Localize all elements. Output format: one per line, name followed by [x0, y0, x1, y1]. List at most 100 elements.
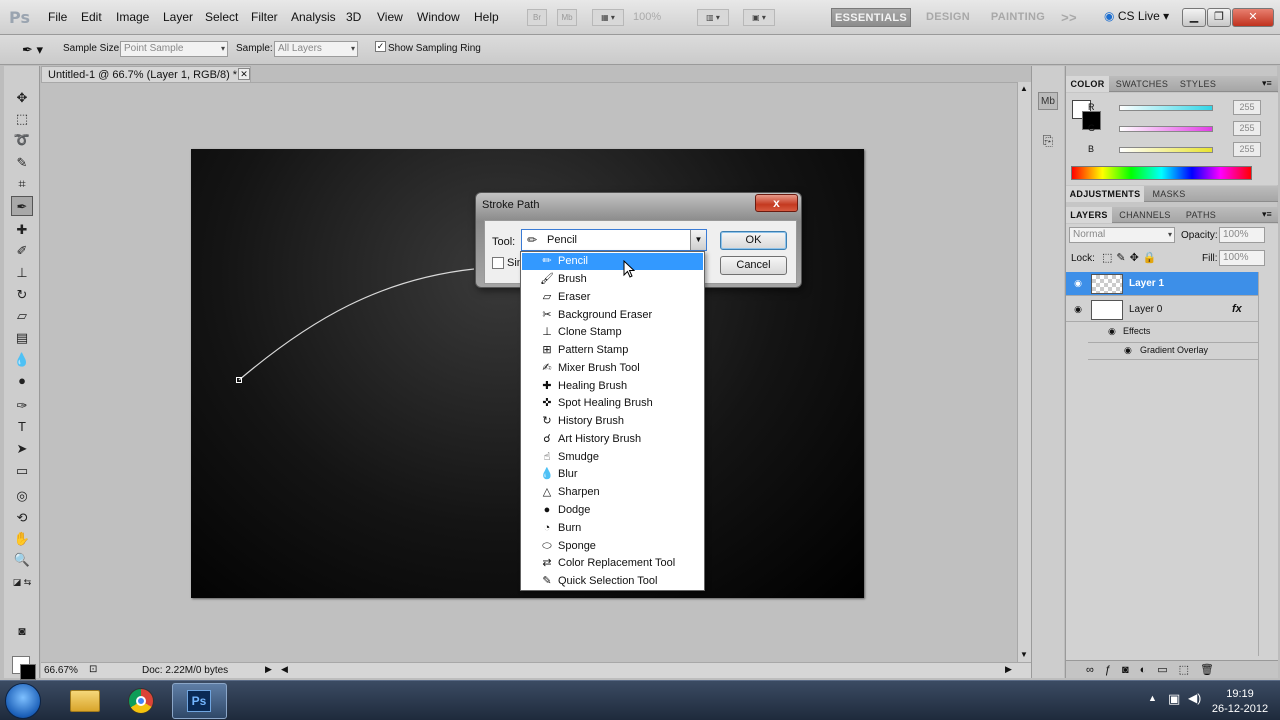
clock-time[interactable]: 19:19 [1212, 688, 1268, 700]
hand-tool-icon[interactable]: ✋ [11, 529, 33, 549]
list-item[interactable]: ⬭ Sponge [522, 538, 703, 555]
healing-brush-tool-icon[interactable]: ✚ [11, 220, 33, 240]
status-info-icon[interactable]: ⊡ [89, 664, 97, 675]
layer-action-icons[interactable]: ∞ƒ◙◐▭⬚🗑 [1086, 663, 1225, 676]
scroll-up-icon[interactable]: ▲ [1020, 84, 1028, 93]
dialog-close-button[interactable]: x [755, 194, 798, 212]
pen-tool-icon[interactable]: ✑ [11, 396, 33, 416]
tool-select[interactable]: ✏ Pencil ▼ [521, 229, 707, 251]
view-extras-icon[interactable]: ▦ ▾ [592, 9, 624, 26]
clone-stamp-tool-icon[interactable]: ⊥ [11, 263, 33, 283]
network-icon[interactable]: ▣ [1168, 691, 1180, 707]
menu-window[interactable]: Window [417, 10, 460, 24]
list-item[interactable]: 💧 Blur [522, 466, 703, 483]
panel-menu-icon[interactable]: ▾≡ [1262, 209, 1272, 220]
eye-icon[interactable]: ◉ [1071, 278, 1085, 290]
minimize-button[interactable]: ▁ [1182, 8, 1206, 27]
list-item[interactable]: ☝ Smudge [522, 449, 703, 466]
status-menu-arrow-icon[interactable]: ▶ [265, 664, 272, 675]
menu-image[interactable]: Image [116, 10, 149, 24]
list-item[interactable]: ⊞ Pattern Stamp [522, 342, 703, 359]
blur-tool-icon[interactable]: 💧 [11, 350, 33, 370]
tab-adjustments[interactable]: ADJUSTMENTS [1066, 186, 1144, 202]
history-panel-icon[interactable]: ⎘ [1038, 132, 1058, 150]
red-track[interactable] [1119, 105, 1213, 111]
screen-mode-icon[interactable]: ▣ ▾ [743, 9, 775, 26]
clock-date[interactable]: 26-12-2012 [1206, 703, 1274, 715]
layer-name[interactable]: Layer 0 [1129, 304, 1162, 315]
tab-paths[interactable]: PATHS [1178, 207, 1224, 223]
list-item[interactable]: ◔ Burn [522, 520, 703, 537]
mini-bridge-panel-icon[interactable]: Mb [1038, 92, 1058, 110]
menu-file[interactable]: File [48, 10, 67, 24]
more-workspaces[interactable]: >> [1058, 8, 1080, 27]
list-item[interactable]: ✚ Healing Brush [522, 378, 703, 395]
cancel-button[interactable]: Cancel [720, 256, 787, 275]
eye-icon[interactable]: ◉ [1124, 345, 1132, 356]
menu-view[interactable]: View [377, 10, 403, 24]
bridge-icon[interactable]: Br [527, 9, 547, 26]
fx-badge[interactable]: fx [1232, 303, 1242, 315]
shape-tool-icon[interactable]: ▭ [11, 461, 33, 481]
show-sampling-ring-checkbox[interactable]: ✓ [375, 41, 386, 52]
workspace-painting[interactable]: PAINTING [985, 8, 1051, 27]
menu-3d[interactable]: 3D [346, 10, 361, 24]
tab-layers[interactable]: LAYERS [1066, 207, 1112, 223]
arrange-documents-icon[interactable]: ▥ ▾ [697, 9, 729, 26]
scroll-right-icon[interactable]: ▶ [1005, 664, 1012, 675]
tab-masks[interactable]: MASKS [1146, 186, 1192, 202]
quick-selection-tool-icon[interactable]: ✎ [11, 153, 33, 173]
list-item[interactable]: ● Dodge [522, 502, 703, 519]
tab-color[interactable]: COLOR [1066, 76, 1109, 92]
crop-tool-icon[interactable]: ⌗ [11, 174, 33, 194]
sample-select[interactable]: All Layers ▾ [274, 41, 358, 57]
eye-icon[interactable]: ◉ [1108, 326, 1116, 337]
start-button[interactable] [5, 683, 41, 719]
list-item[interactable]: △ Sharpen [522, 484, 703, 501]
zoom-tool-icon[interactable]: 🔍 [11, 550, 33, 570]
blend-mode-select[interactable]: Normal ▾ [1069, 227, 1175, 243]
menu-analysis[interactable]: Analysis [291, 10, 336, 24]
lock-icons[interactable]: ⬚✎✥🔒 [1102, 251, 1161, 264]
3d-rotate-tool-icon[interactable]: ◎ [11, 486, 33, 506]
menu-layer[interactable]: Layer [163, 10, 193, 24]
eyedropper-preset-icon[interactable]: ✒ ▾ [22, 42, 43, 58]
chevron-down-icon[interactable]: ▼ [690, 230, 706, 250]
simulate-pressure-checkbox[interactable] [492, 257, 504, 269]
move-tool-icon[interactable]: ✥ [11, 88, 33, 108]
explorer-taskbar-button[interactable] [58, 683, 113, 719]
panel-menu-icon[interactable]: ▾≡ [1262, 78, 1272, 89]
fill-input[interactable]: 100% [1219, 250, 1265, 266]
3d-orbit-tool-icon[interactable]: ⟲ [11, 508, 33, 528]
menu-edit[interactable]: Edit [81, 10, 102, 24]
brush-tool-icon[interactable]: ✐ [11, 241, 33, 261]
list-item[interactable]: ✂ Background Eraser [522, 307, 703, 324]
cs-live-button[interactable]: ◉ CS Live ▾ [1104, 9, 1169, 23]
tab-channels[interactable]: CHANNELS [1114, 207, 1176, 223]
chrome-taskbar-button[interactable] [114, 683, 169, 719]
effect-item-row[interactable]: ◉ Gradient Overlay [1088, 342, 1258, 360]
marquee-tool-icon[interactable]: ⬚ [11, 109, 33, 129]
opacity-input[interactable]: 100% [1219, 227, 1265, 243]
maximize-button[interactable]: ❐ [1207, 8, 1231, 27]
gradient-tool-icon[interactable]: ▤ [11, 328, 33, 348]
tab-swatches[interactable]: SWATCHES [1111, 76, 1173, 92]
layer-row[interactable]: ◉ Layer 0 fx [1066, 298, 1258, 322]
ok-button[interactable]: OK [720, 231, 787, 250]
eye-icon[interactable]: ◉ [1071, 304, 1085, 316]
eyedropper-tool-icon[interactable]: ✒ [11, 196, 33, 216]
volume-icon[interactable]: ◀) [1188, 691, 1201, 705]
list-item[interactable]: ✎ Quick Selection Tool [522, 573, 703, 590]
default-colors-icon[interactable]: ◪ ⇆ [11, 572, 33, 592]
path-selection-tool-icon[interactable]: ➤ [11, 439, 33, 459]
close-icon[interactable]: ✕ [238, 68, 250, 80]
list-item[interactable]: ✍ Mixer Brush Tool [522, 360, 703, 377]
blue-track[interactable] [1119, 147, 1213, 153]
list-item[interactable]: ⇄ Color Replacement Tool [522, 555, 703, 572]
list-item[interactable]: 🖌 Brush [522, 271, 703, 288]
tray-arrow-icon[interactable]: ▲ [1148, 693, 1157, 703]
layer-row[interactable]: ◉ Layer 1 [1066, 272, 1258, 296]
green-value[interactable]: 255 [1233, 121, 1261, 136]
zoom-level[interactable]: 100% [633, 9, 681, 26]
blue-value[interactable]: 255 [1233, 142, 1261, 157]
